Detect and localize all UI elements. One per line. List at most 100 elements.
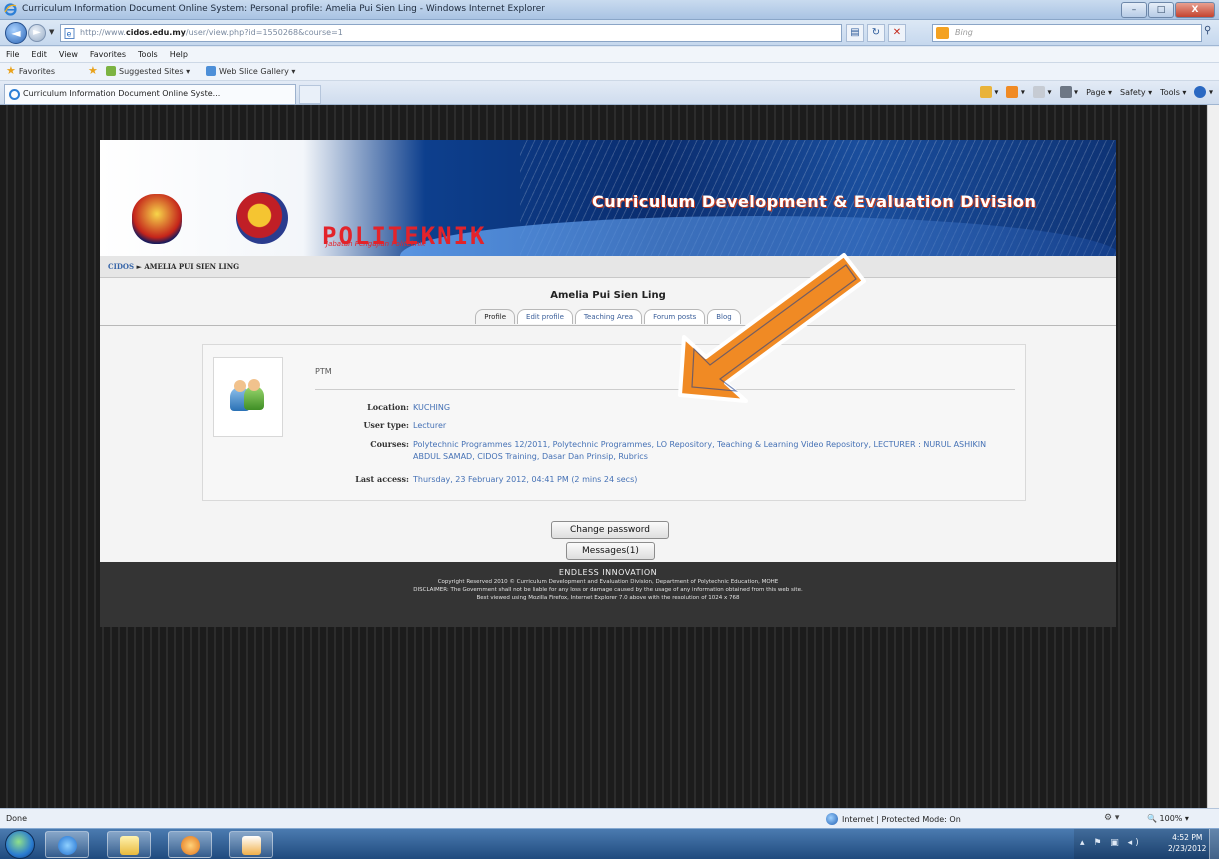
- stop-icon[interactable]: ✕: [888, 24, 906, 42]
- svg-text:e: e: [67, 30, 72, 39]
- window-title: Curriculum Information Document Online S…: [22, 4, 545, 14]
- suggested-sites-label: Suggested Sites ▾: [119, 66, 191, 76]
- safety-menu[interactable]: Safety ▾: [1120, 88, 1152, 97]
- taskbar-app-button[interactable]: [229, 831, 273, 858]
- zoom-level[interactable]: 🔍 100% ▾: [1147, 814, 1189, 823]
- favorites-button[interactable]: ★ Favorites: [6, 64, 56, 77]
- close-button[interactable]: X: [1175, 2, 1215, 18]
- tab-teaching-area[interactable]: Teaching Area: [574, 309, 643, 324]
- page-settings-icon[interactable]: ⚙ ▾: [1104, 813, 1119, 823]
- suggested-sites-link[interactable]: Suggested Sites ▾: [106, 66, 190, 76]
- menu-view[interactable]: View: [59, 47, 78, 62]
- clock-time: 4:52 PM: [1172, 833, 1203, 842]
- refresh-icon[interactable]: ↻: [867, 24, 885, 42]
- forward-button[interactable]: ►: [28, 24, 46, 42]
- internet-zone-icon: [826, 813, 838, 825]
- vertical-scrollbar[interactable]: [1207, 105, 1219, 808]
- window-title-bar[interactable]: Curriculum Information Document Online S…: [0, 0, 1219, 20]
- user-department: PTM: [315, 367, 332, 376]
- taskbar-clock[interactable]: 4:52 PM 2/23/2012: [1168, 832, 1206, 854]
- menu-help[interactable]: Help: [170, 47, 188, 62]
- last-access-row: Last access: Thursday, 23 February 2012,…: [315, 474, 1015, 486]
- last-access-value: Thursday, 23 February 2012, 04:41 PM (2 …: [413, 475, 638, 484]
- url-input[interactable]: e http://www.cidos.edu.my/user/view.php?…: [60, 24, 842, 42]
- show-desktop-button[interactable]: [1209, 829, 1219, 859]
- tray-icons[interactable]: ▴ ⚑ ▣ ◂): [1080, 838, 1142, 848]
- bing-icon: [936, 27, 949, 39]
- tab-edit-profile[interactable]: Edit profile: [517, 309, 573, 324]
- web-slice-gallery-label: Web Slice Gallery ▾: [219, 66, 296, 76]
- last-access-label: Last access:: [355, 474, 409, 484]
- internet-explorer-icon: [58, 836, 77, 855]
- user-head-icon: [234, 380, 246, 392]
- page-viewport: POLITEKNIK Jabatan Pengajian Politeknik …: [0, 105, 1219, 808]
- search-placeholder: Bing: [955, 28, 973, 37]
- location-label: Location:: [367, 402, 409, 412]
- taskbar-explorer-button[interactable]: [107, 831, 151, 858]
- security-zone[interactable]: Internet | Protected Mode: On: [826, 813, 961, 825]
- courses-value[interactable]: Polytechnic Programmes 12/2011, Polytech…: [413, 439, 1015, 463]
- folder-icon: [120, 836, 139, 855]
- taskbar-media-button[interactable]: [168, 831, 212, 858]
- tab-profile[interactable]: Profile: [475, 309, 516, 324]
- taskbar-ie-button[interactable]: [45, 831, 89, 858]
- menu-bar: File Edit View Favorites Tools Help: [0, 47, 1219, 63]
- site-footer: ENDLESS INNOVATION Copyright Reserved 20…: [100, 562, 1116, 627]
- tools-menu[interactable]: Tools ▾: [1160, 88, 1186, 97]
- minimize-button[interactable]: –: [1121, 2, 1147, 18]
- suggested-sites-icon: [106, 66, 116, 76]
- maximize-button[interactable]: □: [1148, 2, 1174, 18]
- breadcrumb: CIDOS ► AMELIA PUI SIEN LING: [100, 256, 1116, 278]
- page-menu[interactable]: Page ▾: [1086, 88, 1112, 97]
- user-head-icon: [248, 379, 260, 391]
- favorites-label: Favorites: [18, 66, 56, 76]
- help-icon[interactable]: ▾: [1194, 86, 1213, 98]
- menu-edit[interactable]: Edit: [31, 47, 47, 62]
- footer-disclaimer: DISCLAIMER: The Government shall not be …: [413, 587, 803, 593]
- change-password-button[interactable]: Change password: [551, 521, 669, 539]
- clock-date: 2/23/2012: [1168, 844, 1207, 853]
- print-icon[interactable]: ▾: [1059, 86, 1078, 98]
- start-button[interactable]: [5, 830, 35, 859]
- breadcrumb-separator: ►: [134, 262, 145, 271]
- user-info-box: PTM Location: KUCHING User type: Lecture…: [202, 344, 1026, 501]
- recent-pages-dropdown[interactable]: ▼: [49, 28, 54, 36]
- breadcrumb-home-link[interactable]: CIDOS: [108, 262, 134, 271]
- messages-button[interactable]: Messages(1): [566, 542, 655, 560]
- compatibility-view-icon[interactable]: ▤: [846, 24, 864, 42]
- page-icon: e: [64, 28, 75, 39]
- menu-tools[interactable]: Tools: [138, 47, 158, 62]
- page-icon: [9, 89, 20, 100]
- web-slice-icon: [206, 66, 216, 76]
- favorites-bar: ★ Favorites ★ Suggested Sites ▾ Web Slic…: [0, 63, 1219, 81]
- address-bar: ◄ ► ▼ e http://www.cidos.edu.my/user/vie…: [0, 20, 1219, 46]
- mail-icon[interactable]: ▾: [1032, 86, 1052, 98]
- tab-bar: Curriculum Information Document Online S…: [0, 81, 1219, 105]
- profile-tabs: Profile Edit profile Teaching Area Forum…: [100, 309, 1116, 324]
- search-icon[interactable]: ⚲: [1204, 25, 1211, 36]
- web-slice-gallery-link[interactable]: Web Slice Gallery ▾: [206, 66, 295, 76]
- user-type-label: User type:: [363, 420, 409, 430]
- back-button[interactable]: ◄: [5, 22, 27, 44]
- user-type-row: User type: Lecturer: [315, 420, 1015, 432]
- star-icon: ★: [6, 64, 16, 77]
- breadcrumb-current: AMELIA PUI SIEN LING: [144, 262, 240, 271]
- user-type-value: Lecturer: [413, 421, 447, 430]
- search-input[interactable]: Bing: [932, 24, 1202, 42]
- menu-favorites[interactable]: Favorites: [90, 47, 126, 62]
- app-icon: [242, 836, 261, 855]
- add-favorite-button[interactable]: ★: [88, 65, 98, 76]
- home-icon[interactable]: ▾: [979, 86, 998, 98]
- avatar: [213, 357, 283, 437]
- new-tab-button[interactable]: [299, 85, 321, 104]
- feeds-icon[interactable]: ▾: [1006, 86, 1025, 98]
- security-zone-label: Internet | Protected Mode: On: [842, 814, 961, 824]
- footer-copyright: Copyright Reserved 2010 © Curriculum Dev…: [437, 579, 779, 585]
- menu-file[interactable]: File: [6, 47, 19, 62]
- footer-best-viewed: Best viewed using Mozilla Firefox, Inter…: [476, 595, 740, 601]
- annotation-arrow-icon: [678, 253, 866, 403]
- internet-explorer-icon: [4, 3, 17, 16]
- status-text: Done: [6, 814, 28, 823]
- browser-tab[interactable]: Curriculum Information Document Online S…: [4, 84, 296, 104]
- command-bar: ▾ ▾ ▾ ▾ Page ▾ Safety ▾ Tools ▾ ▾: [979, 86, 1213, 98]
